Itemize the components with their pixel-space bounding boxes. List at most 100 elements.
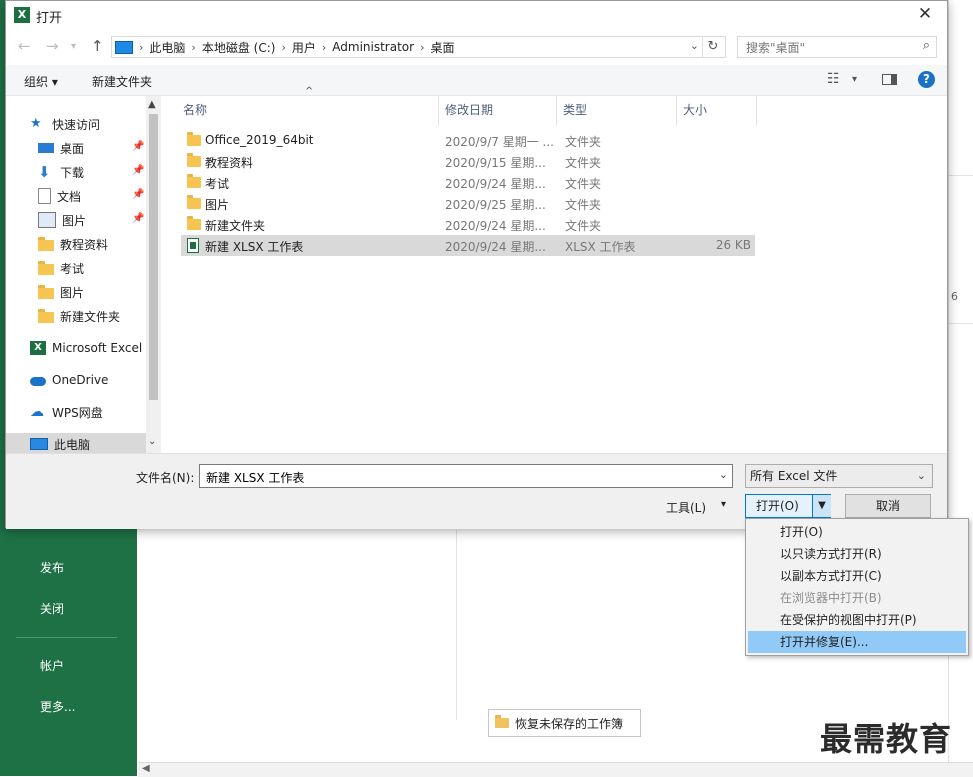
column-header-type[interactable]: 类型 (557, 96, 677, 126)
file-date: 2020/9/24 星期... (445, 177, 546, 191)
breadcrumb-local-disk[interactable]: 本地磁盘 (C:) (202, 39, 276, 56)
file-name: 新建 XLSX 工作表 (205, 240, 304, 254)
new-folder-button[interactable]: 新建文件夹 (92, 73, 152, 90)
tree-item-documents[interactable]: 文档 📌 (6, 185, 161, 207)
tree-item-excel[interactable]: X Microsoft Excel (6, 337, 161, 359)
backstage-divider (456, 530, 457, 720)
file-date: 2020/9/25 星期... (445, 198, 546, 212)
filetype-select[interactable]: 所有 Excel 文件 ⌄ (745, 464, 933, 488)
filename-combobox[interactable]: ⌄ (199, 464, 733, 488)
breadcrumb-desktop[interactable]: 桌面 (430, 39, 454, 56)
open-options-dropdown-icon[interactable]: ▼ (812, 495, 831, 517)
menu-item-open-read-only[interactable]: 以只读方式打开(R) (748, 543, 966, 565)
scroll-down-icon[interactable]: ⌄ (148, 436, 156, 447)
menu-item-open-protected-view[interactable]: 在受保护的视图中打开(P) (748, 609, 966, 631)
menu-item-open-as-copy[interactable]: 以副本方式打开(C) (748, 565, 966, 587)
tools-button[interactable]: 工具(L) (666, 499, 706, 516)
column-header-name[interactable]: 名称 (177, 96, 439, 126)
scroll-left-icon[interactable]: ◀ (142, 763, 150, 774)
chevron-down-icon[interactable]: ⌄ (719, 468, 728, 481)
nav-close[interactable]: 关闭 (40, 600, 64, 617)
tree-item-pictures-folder[interactable]: 图片 (6, 281, 161, 303)
file-row[interactable]: 新建文件夹 2020/9/24 星期... 文件夹 (181, 214, 755, 235)
address-bar[interactable]: › 此电脑 › 本地磁盘 (C:) › 用户 › Administrator ›… (111, 36, 726, 58)
tree-item-exam-folder[interactable]: 考试 (6, 257, 161, 279)
view-options-icon[interactable]: ☷ (827, 71, 840, 87)
tree-label: 新建文件夹 (60, 309, 121, 324)
right-divider (949, 175, 973, 176)
tree-label: 教程资料 (60, 237, 109, 252)
file-name: 考试 (205, 177, 230, 191)
search-input[interactable] (744, 38, 918, 58)
menu-item-open[interactable]: 打开(O) (748, 521, 966, 543)
file-row[interactable]: 教程资料 2020/9/15 星期... 文件夹 (181, 151, 755, 172)
backstage-right-column: 6 (948, 0, 973, 776)
tree-item-quick-access[interactable]: ★ 快速访问 (6, 113, 161, 135)
recover-unsaved-button[interactable]: 恢复未保存的工作簿 (488, 709, 641, 737)
tree-item-new-folder[interactable]: 新建文件夹 (6, 305, 161, 327)
chevron-down-icon: ⌄ (916, 469, 926, 482)
right-text-fragment: 6 (951, 290, 958, 303)
breadcrumb-this-pc[interactable]: 此电脑 (149, 39, 185, 56)
nav-pane-scrollbar[interactable]: ▲ ⌄ (146, 96, 161, 453)
horizontal-scrollbar[interactable]: ◀ (138, 762, 973, 777)
chevron-down-icon[interactable]: ⌄ (690, 39, 699, 52)
dialog-title: 打开 (36, 11, 63, 26)
tree-item-onedrive[interactable]: OneDrive (6, 369, 161, 391)
search-box[interactable]: ⌕ (737, 36, 937, 58)
scroll-up-icon[interactable]: ▲ (148, 99, 156, 110)
organize-button[interactable]: 组织 ▾ (24, 73, 58, 90)
folder-icon (38, 308, 54, 323)
back-arrow-icon[interactable]: ← (18, 37, 31, 55)
file-row[interactable]: 图片 2020/9/25 星期... 文件夹 (181, 193, 755, 214)
filename-input[interactable] (204, 466, 708, 488)
tree-item-tutorial-folder[interactable]: 教程资料 (6, 233, 161, 255)
menu-item-open-and-repair[interactable]: 打开并修复(E)... (748, 631, 966, 653)
refresh-icon[interactable]: ↻ (702, 37, 723, 57)
file-row-selected[interactable]: 新建 XLSX 工作表 2020/9/24 星期... XLSX 工作表 26 … (181, 235, 755, 256)
recover-unsaved-label: 恢复未保存的工作簿 (515, 716, 624, 731)
organize-label: 组织 (24, 75, 49, 89)
breadcrumb-administrator[interactable]: Administrator (332, 40, 414, 54)
open-button-label: 打开(O) (756, 499, 799, 513)
recent-locations-icon[interactable]: ▾ (71, 41, 76, 52)
file-type: 文件夹 (565, 135, 602, 149)
chevron-down-icon[interactable]: ▾ (852, 74, 857, 85)
file-type: 文件夹 (565, 156, 602, 170)
column-header-date[interactable]: 修改日期 (439, 96, 557, 126)
tree-item-desktop[interactable]: 桌面 📌 (6, 137, 161, 159)
tree-item-this-pc[interactable]: 此电脑 (6, 433, 161, 453)
open-dialog: X 打开 ✕ ← → ▾ ↑ › 此电脑 › 本地磁盘 (C:) › 用户 › … (5, 0, 948, 529)
scrollbar-thumb[interactable] (149, 114, 158, 400)
preview-pane-icon[interactable] (882, 74, 897, 85)
tree-label: 下载 (60, 165, 85, 180)
pin-icon[interactable]: 📌 (132, 189, 144, 200)
tree-label: OneDrive (52, 373, 109, 387)
pin-icon[interactable]: 📌 (132, 165, 144, 176)
breadcrumb-users[interactable]: 用户 (292, 39, 316, 56)
up-arrow-icon[interactable]: ↑ (91, 37, 104, 55)
excel-icon: X (30, 341, 46, 355)
close-button[interactable]: ✕ (903, 1, 947, 29)
tree-item-downloads[interactable]: ⬇ 下载 📌 (6, 161, 161, 183)
file-row[interactable]: 考试 2020/9/24 星期... 文件夹 (181, 172, 755, 193)
right-divider (949, 323, 973, 324)
open-button[interactable]: 打开(O) ▼ (745, 494, 831, 518)
nav-account[interactable]: 帐户 (40, 657, 64, 674)
forward-arrow-icon[interactable]: → (46, 37, 59, 55)
file-row[interactable]: Office_2019_64bit 2020/9/7 星期一 ... 文件夹 (181, 130, 755, 151)
tree-item-wps-cloud[interactable]: ☁ WPS网盘 (6, 401, 161, 423)
cancel-button[interactable]: 取消 (845, 494, 931, 518)
help-icon[interactable]: ? (918, 71, 935, 88)
pin-icon[interactable]: 📌 (132, 141, 144, 152)
file-name: 新建文件夹 (205, 219, 266, 233)
wps-cloud-icon: ☁ (30, 404, 44, 420)
nav-more[interactable]: 更多... (40, 698, 75, 715)
search-icon[interactable]: ⌕ (923, 38, 930, 53)
column-header-size[interactable]: 大小 (677, 96, 757, 126)
file-size: 26 KB (715, 238, 751, 252)
tree-item-pictures[interactable]: 图片 📌 (6, 209, 161, 231)
chevron-down-icon[interactable]: ▾ (721, 499, 726, 510)
nav-publish[interactable]: 发布 (40, 559, 64, 576)
pin-icon[interactable]: 📌 (132, 213, 144, 224)
